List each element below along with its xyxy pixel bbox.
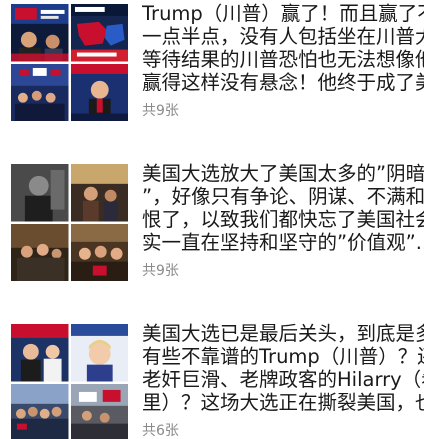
- article-title[interactable]: Trump（川普）赢了！而且赢了不只 一点半点，没有人包括坐在川普大厦 等待结果…: [142, 2, 424, 94]
- title-line: 美国大选已是最后关头，到底是多少: [142, 322, 424, 345]
- street-scene-photo: [70, 164, 128, 222]
- title-line: 恨了，以致我们都快忘了美国社会其: [142, 208, 424, 231]
- title-line: 赢得这样没有悬念！他终于成了美...: [142, 71, 424, 94]
- victory-speech-photo: [70, 63, 128, 121]
- photo-count: 共9张: [142, 263, 179, 279]
- article-item[interactable]: 美国大选放大了美国太多的”阴暗面 ”，好像只有争论、阴谋、不满和仇 恨了，以致我…: [0, 160, 434, 300]
- title-line: 美国大选放大了美国太多的”阴暗面: [142, 162, 424, 185]
- rally-crowd-photo: [11, 383, 69, 439]
- title-line: 老奸巨滑、老牌政客的Hilarry（希拉: [142, 368, 424, 391]
- crowd-stage-photo: [11, 63, 69, 121]
- article-thumbnail[interactable]: [11, 164, 128, 281]
- title-line: 等待结果的川普恐怕也无法想像他能: [142, 48, 424, 71]
- black-white-portrait-photo: [11, 164, 69, 222]
- article-item[interactable]: 美国大选已是最后关头，到底是多少 有些不靠谱的Trump（川普）？还是 老奸巨滑…: [0, 320, 434, 439]
- photo-count: 共9张: [142, 103, 179, 119]
- candidate-closeup-photo: [70, 324, 128, 382]
- candidate-portrait-photo: [11, 324, 69, 382]
- gathering-photo: [70, 223, 128, 281]
- article-title[interactable]: 美国大选放大了美国太多的”阴暗面 ”，好像只有争论、阴谋、不满和仇 恨了，以致我…: [142, 162, 424, 254]
- election-map-photo: [70, 4, 128, 62]
- protest-photo: [70, 383, 128, 439]
- photo-count: 共6张: [142, 423, 179, 439]
- article-item[interactable]: Trump（川普）赢了！而且赢了不只 一点半点，没有人包括坐在川普大厦 等待结果…: [0, 0, 434, 140]
- title-line: 里）？这场大选正在撕裂美国，也...: [142, 391, 424, 414]
- tv-broadcast-photo: [11, 4, 69, 62]
- title-line: Trump（川普）赢了！而且赢了不只: [142, 2, 424, 25]
- photo-news-feed: Trump（川普）赢了！而且赢了不只 一点半点，没有人包括坐在川普大厦 等待结果…: [0, 0, 434, 439]
- title-line: 一点半点，没有人包括坐在川普大厦: [142, 25, 424, 48]
- title-line: ”，好像只有争论、阴谋、不满和仇: [142, 185, 424, 208]
- title-line: 实一直在坚持和坚守的”价值观”...: [142, 231, 424, 254]
- family-photo: [11, 223, 69, 281]
- article-title[interactable]: 美国大选已是最后关头，到底是多少 有些不靠谱的Trump（川普）？还是 老奸巨滑…: [142, 322, 424, 414]
- title-line: 有些不靠谱的Trump（川普）？还是: [142, 345, 424, 368]
- article-thumbnail[interactable]: [11, 4, 128, 121]
- article-thumbnail[interactable]: [11, 324, 128, 439]
